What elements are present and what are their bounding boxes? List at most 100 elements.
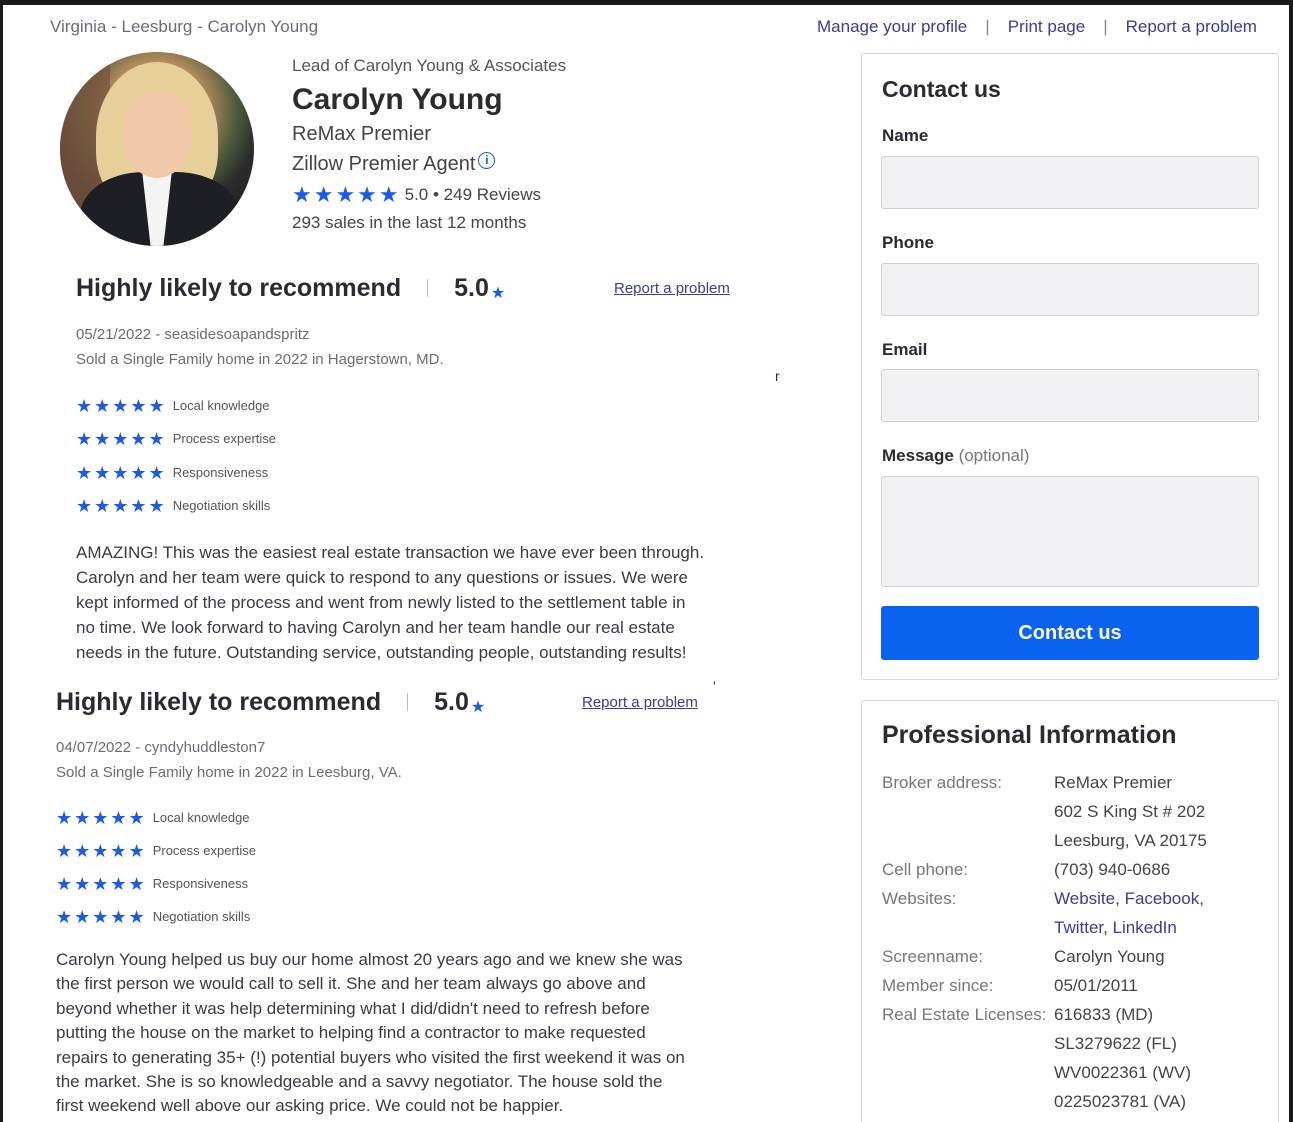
licenses-label: Real Estate Licenses: (882, 1005, 1047, 1024)
review-transaction: Sold a Single Family home in 2022 in Lee… (56, 764, 402, 781)
linkedin-link[interactable]: LinkedIn (1113, 918, 1177, 937)
facebook-link[interactable]: Facebook (1125, 889, 1200, 908)
manage-profile-link[interactable]: Manage your profile (817, 17, 967, 36)
review-body: AMAZING! This was the easiest real estat… (76, 540, 756, 665)
stray-glyph: r (775, 368, 780, 384)
phone-label: Phone (882, 233, 934, 252)
cell-phone-label: Cell phone: (882, 860, 969, 879)
contact-form-card: Contact us Name Phone Email Message (opt… (861, 53, 1279, 680)
review-body-line: the market. She is so knowledgeable and … (56, 1072, 663, 1092)
subrating-label: Responsiveness (152, 876, 249, 891)
rating-stars-icon: ★★★★★ (292, 182, 401, 207)
divider (427, 279, 429, 297)
review-score: 5.0 (454, 274, 489, 302)
email-input[interactable] (881, 369, 1259, 422)
divider (407, 693, 409, 711)
overall-rating[interactable]: ★★★★★ 5.0 • 249 Reviews (292, 182, 541, 208)
top-links: Manage your profile | Print page | Report a … (817, 17, 1257, 37)
subrating-label: Local knowledge (152, 810, 250, 825)
website-link[interactable]: Website (1054, 889, 1115, 908)
contact-us-button[interactable]: Contact us (881, 606, 1259, 660)
license-value: 616833 (MD) (1054, 1005, 1154, 1024)
websites-label: Websites: (882, 889, 957, 908)
subrating-process-expertise: ★★★★★ Process expertise (56, 841, 256, 862)
window-frame-right (1289, 0, 1293, 1122)
review-body-line: beyond whether it was help determining w… (56, 998, 650, 1018)
report-problem-link[interactable]: Report a problem (1126, 17, 1257, 36)
info-icon[interactable]: i (478, 152, 496, 169)
review-score: 5.0 (434, 688, 469, 716)
review-body-line: kept informed of the process and went fr… (76, 593, 686, 612)
review-report-problem-link[interactable]: Report a problem (582, 694, 698, 711)
subrating-responsiveness: ★★★★★ Responsiveness (76, 463, 268, 484)
team-lead-text: Lead of Carolyn Young & Associates (292, 56, 567, 75)
premier-agent-label: Zillow Premier Agent (292, 153, 476, 175)
premier-agent-badge: Zillow Premier Agent i (292, 152, 496, 176)
review-date-user: 05/21/2022 - seasidesoapandspritz (76, 326, 310, 343)
review-body-line: putting the house on the market to helpi… (56, 1023, 646, 1043)
subrating-negotiation-skills: ★★★★★ Negotiation skills (76, 496, 270, 517)
separator: | (985, 17, 990, 36)
name-label: Name (882, 126, 929, 145)
agent-name: Carolyn Young (292, 83, 503, 116)
stars-icon: ★★★★★ (56, 907, 147, 927)
contact-title: Contact us (882, 76, 1001, 102)
review-date-user: 04/07/2022 - cyndyhuddleston7 (56, 739, 266, 756)
agent-avatar (60, 52, 254, 246)
screenname-label: Screenname: (882, 947, 984, 966)
brokerage-name: ReMax Premier (292, 123, 431, 145)
subrating-label: Process expertise (152, 843, 257, 858)
rating-text: 5.0 • 249 Reviews (404, 185, 541, 204)
stars-icon: ★★★★★ (56, 874, 147, 894)
stars-icon: ★★★★★ (76, 496, 167, 516)
review-transaction: Sold a Single Family home in 2022 in Hag… (76, 351, 444, 368)
review-body-line: the first person we would call to sell i… (56, 974, 646, 994)
review-body-line: AMAZING! This was the easiest real estat… (76, 543, 705, 562)
message-label-text: Message (882, 446, 954, 465)
review-headline: Highly likely to recommend (56, 688, 382, 716)
review-body-line: Carolyn and her team were quick to respo… (76, 568, 688, 587)
star-icon: ★ (470, 699, 486, 716)
professional-info-card: Professional Information Broker address:… (861, 700, 1279, 1122)
print-page-link[interactable]: Print page (1008, 17, 1086, 36)
cell-phone-value: (703) 940-0686 (1054, 860, 1171, 879)
message-label: Message (optional) (882, 446, 1029, 466)
subrating-responsiveness: ★★★★★ Responsiveness (56, 874, 248, 895)
review-report-problem-link[interactable]: Report a problem (614, 280, 730, 297)
subrating-label: Negotiation skills (152, 909, 251, 924)
sales-count: 293 sales in the last 12 months (292, 213, 527, 232)
phone-input[interactable] (881, 263, 1259, 316)
stars-icon: ★★★★★ (56, 841, 147, 861)
review-body-line: repairs to generating 35+ (!) potential … (56, 1047, 685, 1067)
review-headline: Highly likely to recommend (76, 274, 402, 302)
subrating-label: Negotiation skills (172, 498, 271, 513)
review-body-line: no time. We look forward to having Carol… (76, 618, 675, 637)
subrating-local-knowledge: ★★★★★ Local knowledge (76, 396, 270, 417)
subrating-negotiation-skills: ★★★★★ Negotiation skills (56, 907, 250, 928)
review-body: Carolyn Young helped us buy our home alm… (56, 948, 716, 1119)
screenname-value: Carolyn Young (1054, 947, 1165, 966)
name-input[interactable] (881, 156, 1259, 209)
review-body-line: needs in the future. Outstanding service… (76, 643, 687, 662)
star-icon: ★ (490, 285, 506, 302)
review-card: Highly likely to recommend 5.0 ★ Report a … (76, 274, 756, 669)
stars-icon: ★★★★★ (76, 463, 167, 483)
subrating-label: Local knowledge (172, 398, 270, 413)
message-textarea[interactable] (881, 476, 1259, 587)
twitter-link[interactable]: Twitter (1054, 918, 1103, 937)
review-body-line: first weekend well above our asking pric… (56, 1096, 564, 1116)
websites-links: Website, Facebook, (1054, 889, 1204, 908)
broker-address-line: 602 S King St # 202 (1054, 802, 1206, 821)
broker-address-line: ReMax Premier (1054, 773, 1173, 792)
breadcrumb[interactable]: Virginia - Leesburg - Carolyn Young (50, 17, 318, 37)
review-card: Highly likely to recommend 5.0 ★ Report a … (56, 688, 716, 1122)
window-frame-left (0, 0, 3, 1122)
broker-address-label: Broker address: (882, 773, 1002, 792)
license-value: 0225023781 (VA) (1054, 1092, 1187, 1111)
email-label: Email (882, 340, 928, 359)
stars-icon: ★★★★★ (76, 396, 167, 416)
stars-icon: ★★★★★ (76, 429, 167, 449)
professional-info-title: Professional Information (882, 721, 1177, 749)
review-body-line: Carolyn Young helped us buy our home alm… (56, 950, 683, 969)
license-value: SL3279622 (FL) (1054, 1034, 1177, 1053)
